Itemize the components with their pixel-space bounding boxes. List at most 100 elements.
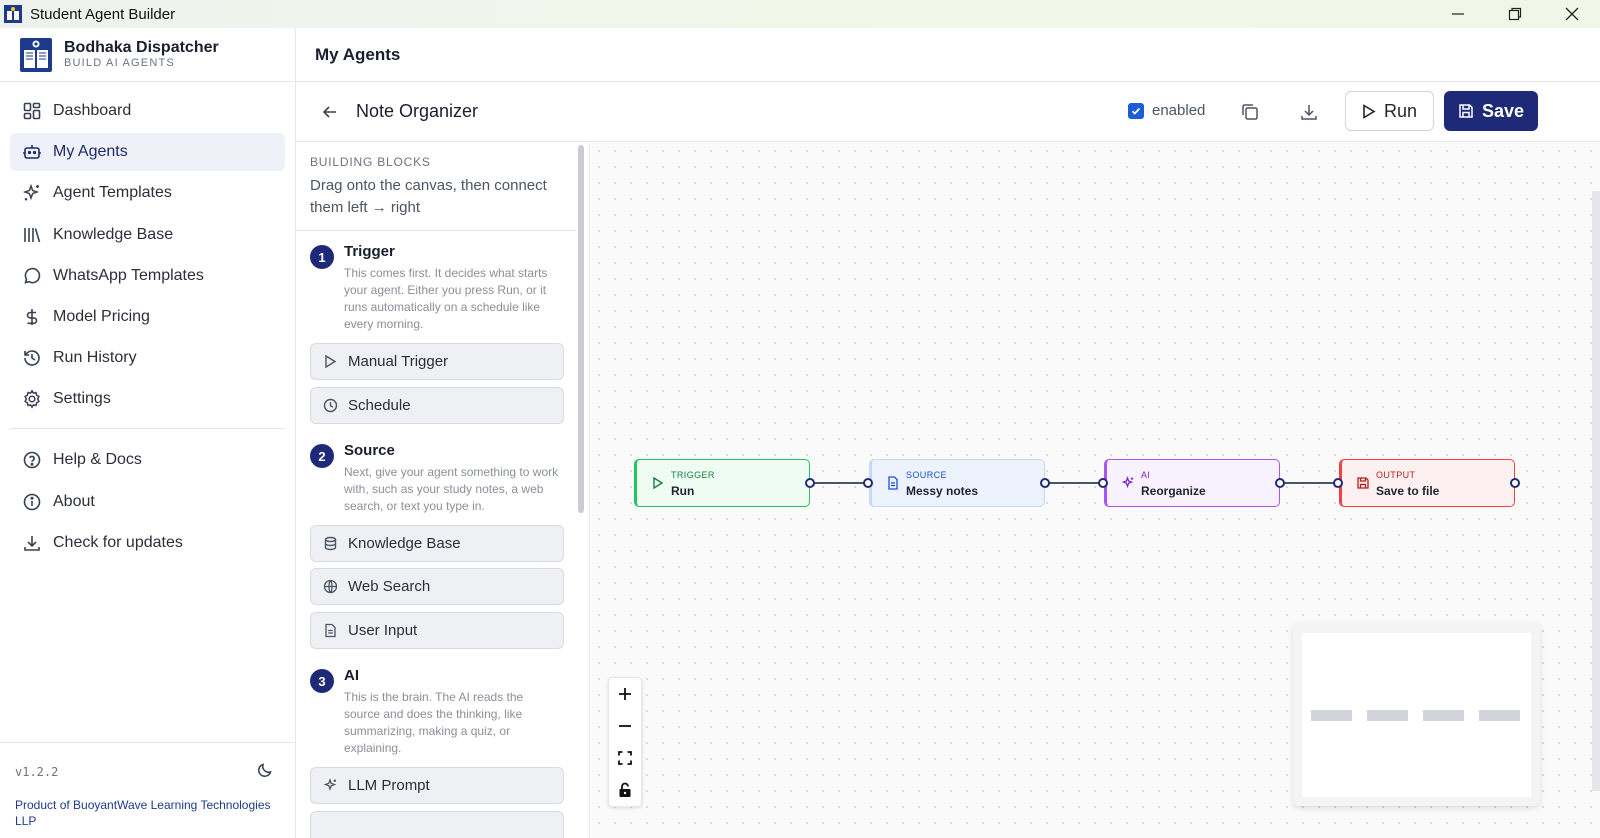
enabled-toggle[interactable]: enabled (1128, 102, 1205, 119)
product-credit: Product of BuoyantWave Learning Technolo… (15, 798, 271, 828)
step-number: 1 (310, 245, 334, 269)
block-schedule[interactable]: Schedule (310, 387, 564, 424)
check-icon (1131, 107, 1141, 115)
save-button-label: Save (1481, 100, 1525, 121)
minimap-node (1367, 710, 1408, 721)
fit-view-button[interactable] (609, 742, 641, 774)
sidebar-item-my-agents[interactable]: My Agents (10, 133, 285, 172)
block-llm-prompt[interactable]: LLM Prompt (310, 767, 564, 804)
zoom-in-button[interactable] (609, 678, 641, 710)
minimap-viewport (1302, 633, 1531, 797)
sidebar-item-knowledge-base[interactable]: Knowledge Base (10, 216, 285, 254)
sidebar-item-run-history[interactable]: Run History (10, 339, 285, 377)
database-icon (324, 536, 337, 551)
node-output-handle[interactable] (1510, 478, 1520, 488)
node-source[interactable]: SOURCE Messy notes (869, 459, 1045, 507)
zoom-out-button[interactable] (609, 710, 641, 742)
node-label: Run (671, 484, 695, 498)
enabled-checkbox[interactable] (1128, 102, 1144, 119)
node-ai[interactable]: AI Reorganize (1104, 459, 1280, 507)
sidebar-item-settings[interactable]: Settings (10, 380, 285, 418)
play-icon (653, 476, 664, 490)
sparkles-icon (22, 184, 40, 201)
dollar-icon (26, 308, 38, 325)
flow-canvas[interactable]: TRIGGER Run SOURCE Messy notes AI Reorga… (591, 143, 1600, 838)
node-label: Reorganize (1141, 484, 1206, 498)
node-output[interactable]: OUTPUT Save to file (1339, 459, 1515, 507)
window-titlebar: Student Agent Builder (0, 0, 1600, 28)
node-input-handle[interactable] (1333, 478, 1343, 488)
node-kind: SOURCE (906, 470, 947, 480)
step-description: This is the brain. The AI reads the sour… (344, 690, 524, 755)
block-web-search[interactable]: Web Search (310, 568, 564, 605)
back-arrow-icon[interactable] (320, 102, 340, 122)
save-button[interactable]: Save (1444, 91, 1538, 131)
window-title: Student Agent Builder (30, 5, 176, 23)
block-user-input[interactable]: User Input (310, 612, 564, 649)
step-title: Source (344, 442, 395, 459)
node-kind: TRIGGER (671, 470, 715, 480)
sidebar-item-whatsapp-templates[interactable]: WhatsApp Templates (10, 257, 285, 295)
canvas-scrollbar[interactable] (1592, 191, 1600, 791)
file-text-icon (888, 476, 898, 490)
node-output-handle[interactable] (1040, 478, 1050, 488)
sidebar-item-check-updates[interactable]: Check for updates (10, 524, 285, 562)
minimap-node (1311, 710, 1352, 721)
block-next[interactable] (310, 811, 564, 838)
help-circle-icon (23, 452, 41, 469)
node-input-handle[interactable] (1098, 478, 1108, 488)
minimap-node (1479, 710, 1520, 721)
sidebar-item-about[interactable]: About (10, 483, 285, 521)
lock-button[interactable] (609, 774, 641, 806)
minimize-icon (1451, 13, 1464, 15)
minimap[interactable] (1293, 623, 1540, 806)
building-blocks-caption: BUILDING BLOCKS (310, 155, 431, 169)
restore-button[interactable] (1486, 0, 1543, 28)
node-output-handle[interactable] (805, 478, 815, 488)
history-icon (24, 350, 40, 366)
agent-name: Note Organizer (356, 101, 479, 121)
run-button[interactable]: Run (1345, 91, 1434, 131)
block-label: Knowledge Base (348, 535, 461, 552)
sidebar-item-dashboard[interactable]: Dashboard (10, 92, 285, 130)
sidebar: Bodhaka Dispatcher BUILD AI AGENTS Dashb… (0, 28, 296, 838)
sidebar-item-agent-templates[interactable]: Agent Templates (10, 174, 285, 212)
panel-scrollbar[interactable] (578, 145, 584, 513)
sidebar-footer: v1.2.2 Product of BuoyantWave Learning T… (0, 742, 295, 838)
node-trigger[interactable]: TRIGGER Run (634, 459, 810, 507)
sidebar-item-label: Help & Docs (53, 451, 142, 469)
export-download-icon[interactable] (1298, 101, 1320, 123)
sidebar-item-label: Settings (53, 390, 111, 408)
block-label: User Input (348, 622, 418, 639)
sidebar-item-label: About (53, 492, 95, 510)
node-kind: AI (1141, 470, 1151, 480)
close-icon (1565, 7, 1578, 21)
clock-icon (323, 398, 338, 413)
block-label: Schedule (348, 397, 411, 414)
block-knowledge-base[interactable]: Knowledge Base (310, 525, 564, 562)
sidebar-nav: Dashboard My Agents Agent Templates Know… (0, 82, 295, 562)
minus-icon (619, 725, 631, 727)
block-label: Manual Trigger (348, 353, 449, 370)
node-input-handle[interactable] (863, 478, 873, 488)
node-output-handle[interactable] (1275, 478, 1285, 488)
node-label: Messy notes (906, 484, 979, 498)
page-title: My Agents (296, 28, 1600, 82)
bot-icon (23, 145, 41, 159)
plus-icon (619, 688, 631, 700)
block-label: Web Search (348, 578, 431, 595)
download-icon (24, 535, 40, 551)
edge-source-ai (1045, 482, 1103, 484)
minimize-button[interactable] (1429, 0, 1486, 28)
edge-trigger-source (810, 482, 868, 484)
sidebar-item-model-pricing[interactable]: Model Pricing (10, 298, 285, 336)
moon-icon[interactable] (256, 761, 274, 779)
edge-ai-output (1280, 482, 1338, 484)
duplicate-icon[interactable] (1239, 101, 1261, 123)
sidebar-item-label: Dashboard (53, 102, 132, 119)
sidebar-item-help-docs[interactable]: Help & Docs (10, 441, 285, 479)
app-version: v1.2.2 (15, 765, 59, 779)
close-button[interactable] (1543, 0, 1600, 28)
block-manual-trigger[interactable]: Manual Trigger (310, 343, 564, 380)
lock-icon (619, 782, 631, 797)
